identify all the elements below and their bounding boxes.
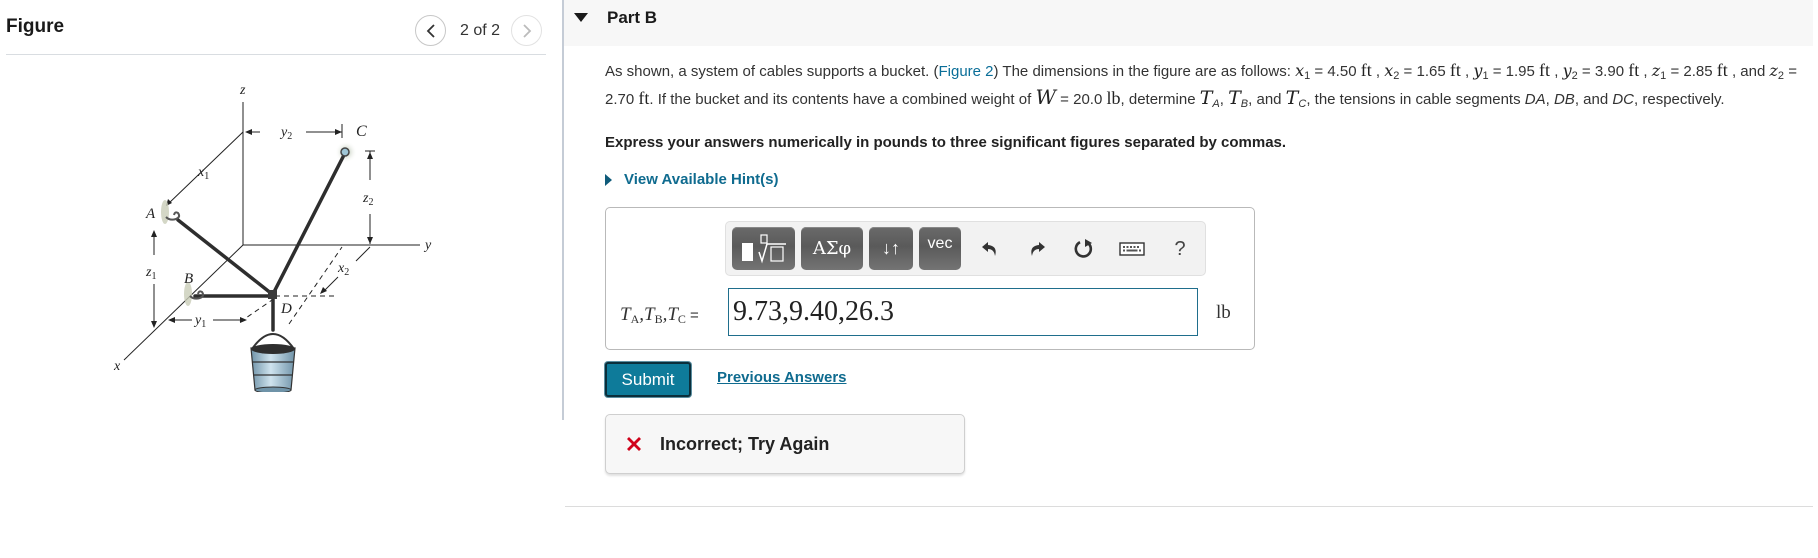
x1-label: x1 [197,165,209,182]
undo-icon [982,242,996,256]
z1-label: z1 [145,265,156,282]
view-hints-label: View Available Hint(s) [624,171,779,188]
y2-label: y2 [279,125,292,142]
chevron-left-icon [426,23,435,38]
caret-right-icon [605,173,612,186]
submit-button[interactable]: Submit [605,362,691,397]
feedback-box: Incorrect; Try Again [605,414,965,474]
cable-dc [272,153,346,294]
figure-panel: Figure 2 of 2 z y x A B C D y2 x1 z2 z1 … [0,0,548,420]
answer-unit: lb [1216,302,1231,323]
arrows-button[interactable]: ↓↑ [869,227,913,270]
dim-x2: x2 = 1.65 ft [1384,60,1461,82]
x-axis-line [123,244,244,361]
previous-answers-link[interactable]: Previous Answers [717,369,847,386]
answer-box: ΑΣφ ↓↑ vec ? TA,TB,TC= l [605,207,1255,350]
x2-label: x2 [337,261,349,278]
keyboard-icon [1119,242,1145,256]
x-mark-icon [627,437,641,451]
dim-z1: z1 = 2.85 ft [1651,60,1728,82]
math-toolbar: ΑΣφ ↓↑ vec ? [725,221,1206,276]
point-d-label: D [280,301,292,317]
templates-button[interactable] [732,227,795,270]
cable-system-diagram: z y x A B C D y2 x1 z2 z1 y1 x2 [113,83,432,392]
cables [176,153,346,332]
point-c-label: C [356,123,367,140]
z-axis-label: z [239,83,246,98]
x-axis-label: x [113,359,121,374]
y-axis-label: y [423,238,432,253]
bottom-divider [565,506,1813,507]
reset-icon [1074,239,1093,258]
help-button[interactable]: ? [1166,234,1194,264]
vector-button[interactable]: vec [919,227,961,270]
dim-x1: x1 = 4.50 ft [1295,60,1372,82]
point-b-label: B [184,271,193,287]
weight: W = 20.0 lb [1035,85,1121,109]
keyboard-button[interactable] [1118,234,1146,264]
figure-title: Figure [6,16,65,37]
problem-statement: As shown, a system of cables supports a … [605,60,1797,110]
undo-button[interactable] [976,234,1004,264]
caret-down-icon[interactable] [574,13,588,22]
answer-input[interactable] [728,288,1198,336]
dim-y1: y1 = 1.95 ft [1473,60,1551,82]
instruction-text: Express your answers numerically in poun… [605,134,1287,151]
previous-figure-button[interactable] [415,15,446,46]
answer-label: TA,TB,TC = [620,304,699,326]
next-figure-button[interactable] [511,15,543,46]
figure-page-count: 2 of 2 [460,21,501,39]
view-hints-toggle[interactable]: View Available Hint(s) [605,171,779,188]
point-a-label: A [145,206,156,222]
part-header[interactable]: Part B [564,0,1813,46]
bucket [250,333,296,392]
redo-icon [1031,242,1045,256]
figure-divider [6,54,546,55]
redo-button[interactable] [1023,234,1051,264]
feedback-message: Incorrect; Try Again [660,434,830,454]
part-title: Part B [607,8,658,27]
templates-icon [741,233,786,264]
chevron-right-icon [522,23,531,38]
dim-y2: y2 = 3.90 ft [1562,60,1640,82]
figure-link[interactable]: Figure 2 [939,63,994,80]
greek-symbols-button[interactable]: ΑΣφ [801,227,863,270]
panel-separator [562,0,564,420]
reset-button[interactable] [1070,234,1098,264]
figure-pagination: 2 of 2 [415,15,543,46]
y1-label: y1 [193,313,206,330]
z2-label: z2 [362,191,373,208]
